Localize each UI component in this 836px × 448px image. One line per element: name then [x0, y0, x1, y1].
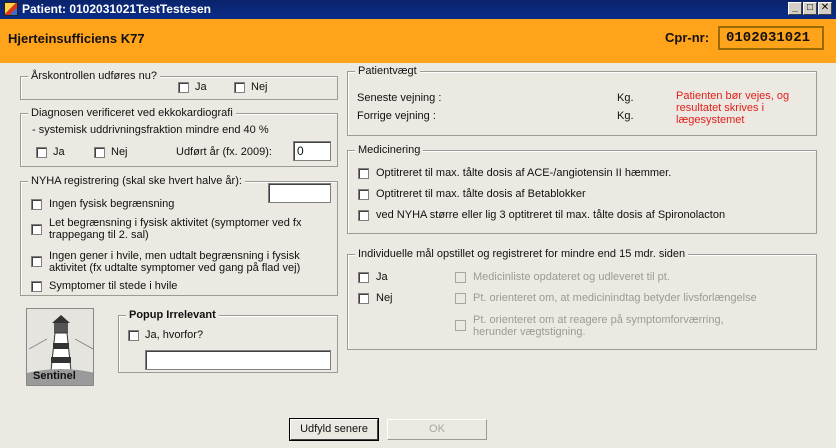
seneste-vejning-label: Seneste vejning : [357, 92, 442, 104]
diagnose-year-label: Udført år (fx. 2009): [176, 146, 272, 158]
nyha-option-3-label: Ingen gener i hvile, men udtalt begrænsn… [49, 250, 300, 262]
cpr-label: Cpr-nr: [665, 30, 710, 45]
nyha-option-4-checkbox[interactable] [31, 281, 42, 292]
arskontrol-ja-label: Ja [195, 81, 207, 93]
diagnose-group: Diagnosen verificeret ved ekkokardiograf… [20, 107, 338, 167]
sentinel-logo: Sentinel [26, 308, 94, 386]
patient-header: Hjerteinsufficiens K77 Cpr-nr: 010203102… [0, 19, 836, 63]
nyha-option-2-checkbox[interactable] [31, 224, 42, 235]
diagnose-ja-label: Ja [53, 146, 65, 158]
arskontrol-ja-checkbox[interactable] [178, 82, 189, 93]
arskontrol-nej-checkbox[interactable] [234, 82, 245, 93]
diagnose-ja-checkbox[interactable] [36, 147, 47, 158]
maal-medicinliste-checkbox[interactable] [455, 272, 466, 283]
medicin-spironolacton-checkbox[interactable] [358, 210, 369, 221]
diagnose-subline: - systemisk uddrivningsfraktion mindre e… [32, 124, 269, 136]
medicin-ace-label: Optitreret til max. tålte dosis af ACE-/… [376, 167, 672, 179]
diagnose-year-input[interactable]: 0 [293, 141, 331, 161]
ok-button[interactable]: OK [387, 419, 487, 440]
medicin-beta-checkbox[interactable] [358, 189, 369, 200]
medicin-ace-checkbox[interactable] [358, 168, 369, 179]
diagnose-legend: Diagnosen verificeret ved ekkokardiograf… [28, 107, 236, 119]
maal-symptomforvaerring-label-line2: herunder vægtstigning. [473, 326, 586, 338]
maal-nej-checkbox[interactable] [358, 293, 369, 304]
maal-symptomforvaerring-label: Pt. orienteret om at reagere på symptomf… [473, 314, 724, 326]
window-titlebar: Patient: 0102031021TestTestesen _ □ ✕ [0, 0, 836, 19]
weight-note-line3: lægesystemet [676, 114, 745, 126]
diagnose-nej-checkbox[interactable] [94, 147, 105, 158]
maal-ja-label: Ja [376, 271, 388, 283]
cpr-number-field: 0102031021 [718, 26, 824, 50]
maal-livsforlaengelse-checkbox[interactable] [455, 293, 466, 304]
maximize-icon[interactable]: □ [803, 2, 817, 15]
diagnose-nej-label: Nej [111, 146, 128, 158]
maal-ja-checkbox[interactable] [358, 272, 369, 283]
weight-note-line2: resultatet skrives i [676, 102, 765, 114]
nyha-class-input[interactable] [268, 183, 331, 203]
arskontrol-nej-label: Nej [251, 81, 268, 93]
nyha-option-3-checkbox[interactable] [31, 256, 42, 267]
maal-symptomforvaerring-checkbox[interactable] [455, 320, 466, 331]
maal-nej-label: Nej [376, 292, 393, 304]
nyha-option-2-label-line2: trappegang til 2. sal) [49, 229, 149, 241]
close-icon[interactable]: ✕ [818, 2, 832, 15]
arskontrol-legend: Årskontrollen udføres nu? [28, 70, 160, 82]
individuelle-maal-legend: Individuelle mål opstillet og registrere… [355, 248, 689, 260]
maal-medicinliste-label: Medicinliste opdateret og udleveret til … [473, 271, 670, 283]
popup-legend: Popup Irrelevant [126, 309, 219, 321]
maal-livsforlaengelse-label: Pt. orienteret om, at medicinindtag bety… [473, 292, 757, 304]
seneste-unit: Kg. [617, 92, 634, 104]
forrige-vejning-label: Forrige vejning : [357, 110, 436, 122]
nyha-option-3-label-line2: aktivitet (fx udtalte symptomer ved gang… [49, 262, 301, 274]
nyha-option-1-label: Ingen fysisk begrænsning [49, 198, 175, 210]
udfyld-senere-button[interactable]: Udfyld senere [289, 418, 379, 441]
popup-ja-checkbox[interactable] [128, 330, 139, 341]
popup-ja-label: Ja, hvorfor? [145, 329, 204, 341]
app-icon [4, 2, 18, 16]
nyha-legend: NYHA registrering (skal ske hvert halve … [28, 175, 245, 187]
medicin-beta-label: Optitreret til max. tålte dosis af Betab… [376, 188, 586, 200]
forrige-unit: Kg. [617, 110, 634, 122]
nyha-option-2-label: Let begrænsning i fysisk aktivitet (symp… [49, 217, 302, 229]
weight-note-line1: Patienten bør vejes, og [676, 90, 790, 102]
minimize-icon[interactable]: _ [788, 2, 802, 15]
window-title: Patient: 0102031021TestTestesen [22, 2, 211, 16]
nyha-option-4-label: Symptomer til stede i hvile [49, 280, 178, 292]
patientvaegt-legend: Patientvægt [355, 65, 420, 77]
page-title: Hjerteinsufficiens K77 [8, 31, 145, 46]
medicin-spironolacton-label: ved NYHA større eller lig 3 optitreret t… [376, 209, 726, 221]
medicinering-legend: Medicinering [355, 144, 424, 156]
nyha-option-1-checkbox[interactable] [31, 199, 42, 210]
sentinel-logo-text: Sentinel [33, 370, 76, 382]
popup-reason-input[interactable] [145, 350, 331, 370]
